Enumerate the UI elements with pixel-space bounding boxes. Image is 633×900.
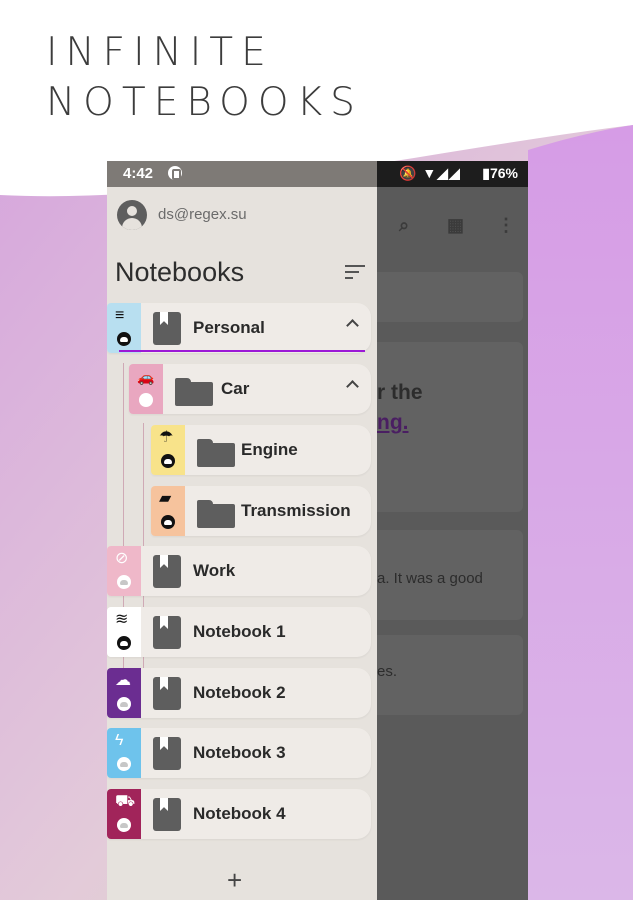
headline-line-2: NOTEBOOKS bbox=[46, 80, 363, 125]
note-link-fragment[interactable]: ng. bbox=[377, 411, 409, 435]
folder-item-transmission[interactable]: ▰ Transmission bbox=[151, 486, 371, 536]
cloud-icon bbox=[161, 454, 175, 468]
note-text-fragment: es. bbox=[377, 663, 398, 680]
add-notebook-button[interactable]: + bbox=[227, 867, 242, 893]
status-time: 4:42 bbox=[123, 165, 154, 182]
main-content-scrim[interactable]: ⌕ ▦ ⋮ r the ng. a. It was a good es. bbox=[377, 187, 528, 900]
drawer-title: Notebooks bbox=[115, 257, 245, 287]
notebook-label: Personal bbox=[193, 318, 265, 337]
notebook-icon bbox=[153, 555, 181, 588]
notebook-item-notebook-2[interactable]: ☁ Notebook 2 bbox=[107, 668, 371, 718]
cloud-icon bbox=[117, 636, 131, 650]
notebook-label: Notebook 3 bbox=[193, 743, 286, 762]
folder-item-car[interactable]: 🚗 Car bbox=[129, 364, 371, 414]
signal-icons: 🔕 ▼◢◢ bbox=[399, 165, 461, 181]
notebook-label: Notebook 4 bbox=[193, 804, 286, 823]
folder-label: Transmission bbox=[241, 501, 351, 520]
promo-headline: INFINITE NOTEBOOKS bbox=[46, 28, 363, 128]
notebook-item-notebook-3[interactable]: ϟ Notebook 3 bbox=[107, 728, 371, 778]
notebook-item-notebook-4[interactable]: ⛟ Notebook 4 bbox=[107, 789, 371, 839]
headline-line-1: INFINITE bbox=[46, 30, 274, 75]
folder-color-tab: ☂ bbox=[151, 425, 185, 475]
cloud-icon bbox=[117, 757, 131, 771]
note-card bbox=[377, 272, 523, 322]
folder-icon bbox=[197, 500, 235, 528]
notebook-color-tab: ☁ bbox=[107, 668, 141, 718]
car-icon: 🚗 bbox=[137, 369, 155, 385]
navigation-drawer: ds@regex.su Notebooks ≡ Personal 🚗 Car ☂… bbox=[107, 187, 377, 900]
cloud-icon bbox=[117, 697, 131, 711]
phone-screen: 4:42 🔕 ▼◢◢ ▮76% ⌕ ▦ ⋮ r the ng. a. It wa… bbox=[107, 161, 528, 900]
folder-item-engine[interactable]: ☂ Engine bbox=[151, 425, 371, 475]
notebook-label: Notebook 2 bbox=[193, 683, 286, 702]
notebook-icon bbox=[153, 616, 181, 649]
notebook-color-tab: ≋ bbox=[107, 607, 141, 657]
lightning-icon: ϟ bbox=[115, 732, 124, 749]
layout-icon[interactable]: ▦ bbox=[447, 215, 464, 236]
folder-color-tab: ▰ bbox=[151, 486, 185, 536]
waves-icon: ≋ bbox=[115, 611, 129, 628]
cloud-icon bbox=[117, 575, 131, 589]
notebook-label: Notebook 1 bbox=[193, 622, 286, 641]
chevron-up-icon[interactable] bbox=[347, 378, 357, 388]
notebook-color-tab: ϟ bbox=[107, 728, 141, 778]
folder-icon bbox=[175, 378, 213, 406]
cloud-icon bbox=[139, 393, 153, 407]
note-text-fragment: a. It was a good bbox=[377, 570, 483, 587]
folder-label: Engine bbox=[241, 440, 298, 459]
folder-label: Car bbox=[221, 379, 250, 398]
app-notification-icon bbox=[168, 166, 182, 180]
account-avatar-icon[interactable] bbox=[117, 200, 147, 230]
notebook-item-notebook-1[interactable]: ≋ Notebook 1 bbox=[107, 607, 371, 657]
sort-icon[interactable] bbox=[345, 263, 367, 281]
lines-icon: ≡ bbox=[115, 307, 125, 324]
mushroom-icon: ☂ bbox=[159, 429, 174, 446]
folder-icon bbox=[197, 439, 235, 467]
notebook-color-tab: ⊘ bbox=[107, 546, 141, 596]
search-icon[interactable]: ⌕ bbox=[399, 215, 409, 236]
notebook-icon bbox=[153, 677, 181, 710]
notebook-icon bbox=[153, 798, 181, 831]
cloud-upload-icon: ☁ bbox=[115, 672, 131, 689]
account-email: ds@regex.su bbox=[158, 206, 247, 223]
active-item-underline bbox=[119, 350, 365, 352]
more-icon[interactable]: ⋮ bbox=[497, 215, 515, 236]
status-bar: 4:42 🔕 ▼◢◢ ▮76% bbox=[107, 161, 528, 187]
box-icon: ⛟ bbox=[115, 793, 136, 810]
document-icon: ▰ bbox=[159, 490, 172, 507]
notebook-color-tab: ⛟ bbox=[107, 789, 141, 839]
folder-color-tab: 🚗 bbox=[129, 364, 163, 414]
cloud-icon bbox=[117, 332, 131, 346]
notebook-item-personal[interactable]: ≡ Personal bbox=[107, 303, 371, 353]
phone-rotate-icon: ⊘ bbox=[115, 550, 129, 567]
notebook-label: Work bbox=[193, 561, 236, 580]
cloud-icon bbox=[117, 818, 131, 832]
chevron-up-icon[interactable] bbox=[347, 317, 357, 327]
battery-indicator: ▮76% bbox=[482, 165, 518, 181]
notebook-color-tab: ≡ bbox=[107, 303, 141, 353]
note-card bbox=[377, 635, 523, 715]
notebook-icon bbox=[153, 737, 181, 770]
notebook-item-work[interactable]: ⊘ Work bbox=[107, 546, 371, 596]
notebook-icon bbox=[153, 312, 181, 345]
cloud-icon bbox=[161, 515, 175, 529]
note-heading-fragment: r the bbox=[377, 381, 423, 404]
